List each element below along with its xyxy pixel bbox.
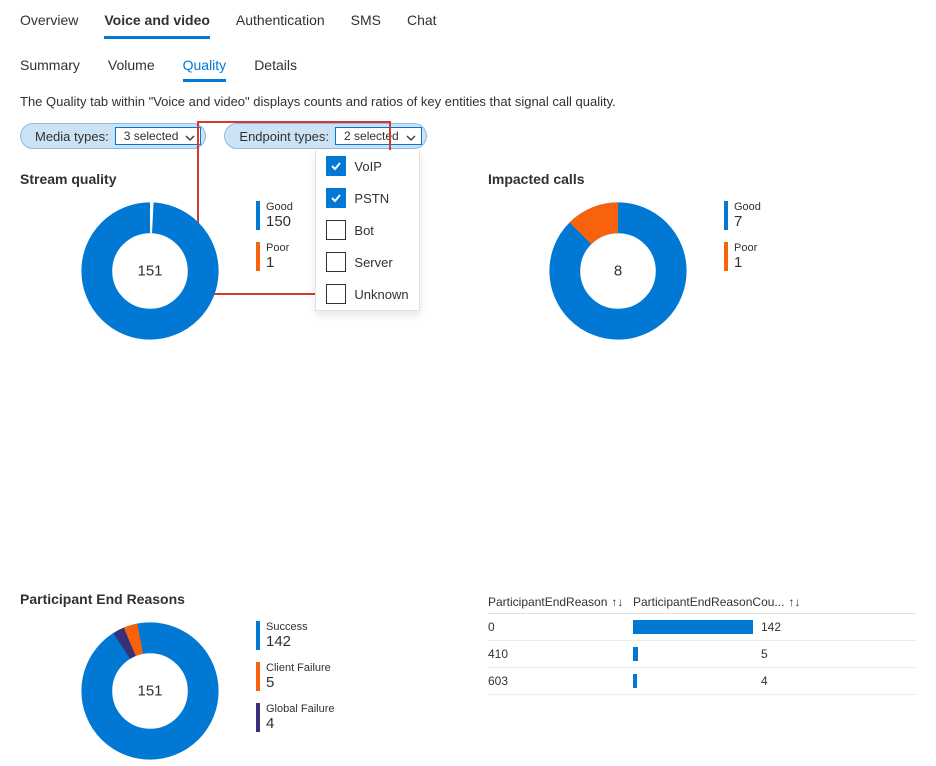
participant-end-reasons-donut: 151 xyxy=(80,621,220,761)
endpoint-types-select[interactable]: 2 selected xyxy=(335,127,422,145)
tab-sms[interactable]: SMS xyxy=(351,8,381,39)
panel-participant-end-reasons: Participant End Reasons 151 Success142 xyxy=(20,591,448,761)
endpoint-option-label: Unknown xyxy=(354,287,408,302)
table-header-count[interactable]: ParticipantEndReasonCou... xyxy=(633,595,784,609)
legend-item: Poor1 xyxy=(724,242,761,271)
checkbox-unchecked-icon xyxy=(326,284,346,304)
legend-color-bar xyxy=(256,662,260,691)
legend-value: 150 xyxy=(266,213,293,230)
endpoint-option-pstn[interactable]: PSTN xyxy=(316,182,418,214)
endpoint-types-filter[interactable]: Endpoint types: 2 selected VoIP PSTN Bot… xyxy=(224,123,426,149)
panel-title: Participant End Reasons xyxy=(20,591,448,607)
legend-value: 1 xyxy=(734,254,757,271)
stream-quality-donut: 151 xyxy=(80,201,220,341)
media-types-filter[interactable]: Media types: 3 selected xyxy=(20,123,206,149)
chevron-down-icon xyxy=(185,132,195,146)
table-row[interactable]: 603 4 xyxy=(488,668,916,695)
legend-name: Global Failure xyxy=(266,703,334,715)
bar-icon xyxy=(633,674,637,688)
table-cell-count: 4 xyxy=(761,674,801,688)
tab-authentication[interactable]: Authentication xyxy=(236,8,325,39)
impacted-calls-legend: Good7 Poor1 xyxy=(724,201,761,271)
secondary-tabs: Summary Volume Quality Details xyxy=(0,39,936,82)
legend-color-bar xyxy=(256,242,260,271)
legend-value: 1 xyxy=(266,254,289,271)
bar-icon xyxy=(633,620,753,634)
bar-icon xyxy=(633,647,638,661)
legend-color-bar xyxy=(724,201,728,230)
table-header: ParticipantEndReason ↑↓ ParticipantEndRea… xyxy=(488,591,916,614)
legend-item: Client Failure5 xyxy=(256,662,334,691)
legend-color-bar xyxy=(256,703,260,732)
legend-item: Good7 xyxy=(724,201,761,230)
checkbox-unchecked-icon xyxy=(326,252,346,272)
legend-color-bar xyxy=(724,242,728,271)
panel-participant-end-reason-table: ParticipantEndReason ↑↓ ParticipantEndRea… xyxy=(488,591,916,761)
legend-value: 7 xyxy=(734,213,761,230)
endpoint-option-unknown[interactable]: Unknown xyxy=(316,278,418,310)
tab-details[interactable]: Details xyxy=(254,54,297,82)
participant-end-reasons-legend: Success142 Client Failure5 Global Failur… xyxy=(256,621,334,732)
legend-value: 5 xyxy=(266,674,331,691)
tab-summary[interactable]: Summary xyxy=(20,54,80,82)
legend-name: Poor xyxy=(734,242,757,254)
checkbox-checked-icon xyxy=(326,156,346,176)
table-cell-count: 142 xyxy=(761,620,801,634)
legend-value: 142 xyxy=(266,633,308,650)
tab-quality[interactable]: Quality xyxy=(183,54,227,82)
tab-voice-and-video[interactable]: Voice and video xyxy=(104,8,210,39)
legend-item: Global Failure4 xyxy=(256,703,334,732)
table-cell-count: 5 xyxy=(761,647,801,661)
sort-icon[interactable]: ↑↓ xyxy=(788,595,800,609)
panel-title: Impacted calls xyxy=(488,171,916,187)
stream-quality-legend: Good150 Poor1 xyxy=(256,201,293,271)
media-types-select[interactable]: 3 selected xyxy=(115,127,202,145)
endpoint-option-label: VoIP xyxy=(354,159,381,174)
panels-grid: Stream quality 151 Good150 Poor1 xyxy=(0,161,936,761)
endpoint-types-label: Endpoint types: xyxy=(239,129,329,144)
legend-name: Good xyxy=(734,201,761,213)
filter-bar: Media types: 3 selected Endpoint types: … xyxy=(0,123,936,161)
endpoint-option-label: PSTN xyxy=(354,191,389,206)
legend-name: Success xyxy=(266,621,308,633)
donut-total: 151 xyxy=(137,683,162,700)
panel-impacted-calls: Impacted calls 8 Good7 Poor1 xyxy=(488,171,916,341)
chevron-down-icon xyxy=(406,132,416,146)
legend-color-bar xyxy=(256,201,260,230)
tab-chat[interactable]: Chat xyxy=(407,8,437,39)
legend-name: Poor xyxy=(266,242,289,254)
checkbox-checked-icon xyxy=(326,188,346,208)
tab-overview[interactable]: Overview xyxy=(20,8,78,39)
donut-total: 8 xyxy=(614,263,622,280)
legend-value: 4 xyxy=(266,715,334,732)
table-cell-reason: 410 xyxy=(488,647,633,661)
legend-name: Client Failure xyxy=(266,662,331,674)
endpoint-option-server[interactable]: Server xyxy=(316,246,418,278)
sort-icon[interactable]: ↑↓ xyxy=(611,595,623,609)
legend-color-bar xyxy=(256,621,260,650)
media-types-label: Media types: xyxy=(35,129,109,144)
donut-total: 151 xyxy=(137,263,162,280)
table-cell-reason: 603 xyxy=(488,674,633,688)
media-types-value: 3 selected xyxy=(124,129,179,143)
table-cell-reason: 0 xyxy=(488,620,633,634)
table-row[interactable]: 410 5 xyxy=(488,641,916,668)
endpoint-types-dropdown[interactable]: VoIP PSTN Bot Server Unknown xyxy=(315,150,419,311)
table-header-reason[interactable]: ParticipantEndReason xyxy=(488,595,607,609)
primary-tabs: Overview Voice and video Authentication … xyxy=(0,0,936,39)
impacted-calls-donut: 8 xyxy=(548,201,688,341)
legend-item: Good150 xyxy=(256,201,293,230)
endpoint-option-bot[interactable]: Bot xyxy=(316,214,418,246)
legend-item: Poor1 xyxy=(256,242,293,271)
endpoint-types-value: 2 selected xyxy=(344,129,399,143)
endpoint-option-voip[interactable]: VoIP xyxy=(316,150,418,182)
tab-description: The Quality tab within "Voice and video"… xyxy=(0,82,936,123)
legend-item: Success142 xyxy=(256,621,334,650)
tab-volume[interactable]: Volume xyxy=(108,54,155,82)
table-row[interactable]: 0 142 xyxy=(488,614,916,641)
checkbox-unchecked-icon xyxy=(326,220,346,240)
endpoint-option-label: Server xyxy=(354,255,392,270)
endpoint-option-label: Bot xyxy=(354,223,374,238)
legend-name: Good xyxy=(266,201,293,213)
